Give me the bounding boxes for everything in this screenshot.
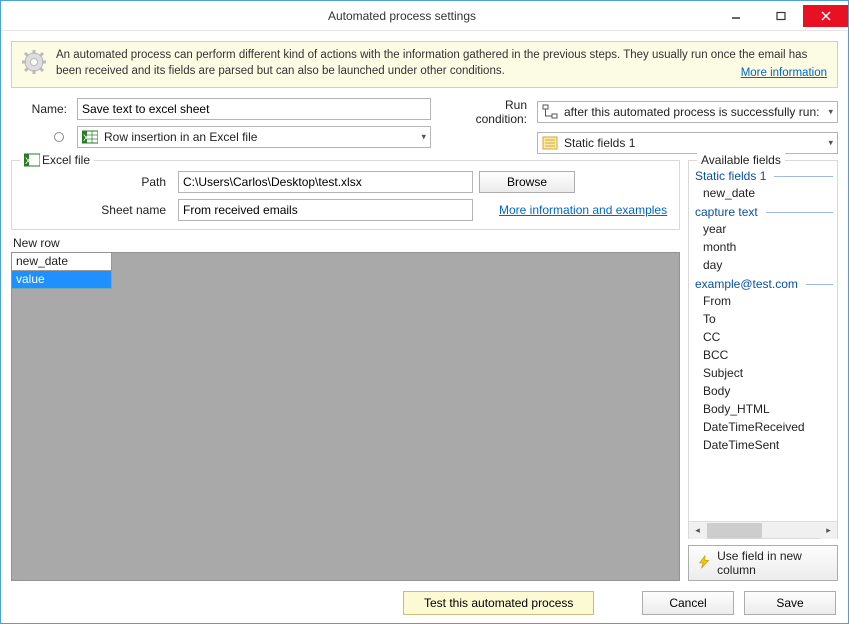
field-item[interactable]: Body_HTML (695, 401, 833, 417)
available-fields-group: Available fields Static fields 1new_date… (688, 160, 838, 539)
more-info-examples-link[interactable]: More information and examples (499, 203, 667, 217)
chevron-down-icon: ▾ (421, 132, 426, 143)
minimize-button[interactable] (713, 5, 758, 27)
excel-file-legend: Excel file (42, 153, 90, 167)
scroll-left-arrow[interactable]: ◂ (689, 522, 706, 539)
new-row-grid[interactable]: new_date value (11, 252, 680, 581)
sheet-name-label: Sheet name (82, 203, 172, 217)
field-group-header[interactable]: Static fields 1 (695, 169, 833, 183)
path-input[interactable] (178, 171, 473, 193)
titlebar: Automated process settings (1, 1, 848, 31)
field-item[interactable]: new_date (695, 185, 833, 201)
gear-icon (20, 48, 48, 81)
field-item[interactable]: year (695, 221, 833, 237)
svg-text:X: X (25, 156, 31, 166)
field-item[interactable]: DateTimeReceived (695, 419, 833, 435)
close-button[interactable] (803, 5, 848, 27)
field-item[interactable]: DateTimeSent (695, 437, 833, 453)
window: Automated process settings An automated … (0, 0, 849, 624)
grid-column-header[interactable]: new_date (12, 253, 112, 271)
flow-icon (542, 104, 558, 120)
maximize-button[interactable] (758, 5, 803, 27)
field-group-header[interactable]: example@test.com (695, 277, 833, 291)
process-type-value: Row insertion in an Excel file (104, 130, 257, 144)
save-button[interactable]: Save (744, 591, 836, 615)
browse-button[interactable]: Browse (479, 171, 575, 193)
excel-icon: X (82, 129, 98, 145)
main-area: X Excel file Path Browse Sheet name (11, 160, 838, 581)
sheet-name-input[interactable] (178, 199, 473, 221)
cancel-button[interactable]: Cancel (642, 591, 734, 615)
top-fields: Name: X Row insertion in an Excel file ▾ (11, 98, 838, 154)
field-group-header[interactable]: capture text (695, 205, 833, 219)
field-item[interactable]: day (695, 257, 833, 273)
field-item[interactable]: BCC (695, 347, 833, 363)
available-fields-list[interactable]: Static fields 1 new_datecapture text year m… (689, 161, 837, 521)
list-icon (542, 135, 558, 151)
path-label: Path (82, 175, 172, 189)
grid-cell-selected[interactable]: value (12, 271, 112, 289)
excel-file-group: X Excel file Path Browse Sheet name (11, 160, 680, 230)
field-item[interactable]: Body (695, 383, 833, 399)
field-item[interactable]: CC (695, 329, 833, 345)
footer: Test this automated process Cancel Save (11, 587, 838, 615)
scroll-thumb[interactable] (707, 523, 762, 538)
lightning-icon (697, 555, 711, 571)
chevron-down-icon: ▾ (828, 138, 833, 149)
name-input[interactable] (77, 98, 431, 120)
use-field-button[interactable]: Use field in new column (688, 545, 838, 581)
new-row-legend: New row (11, 236, 680, 250)
excel-icon: X (24, 153, 38, 167)
source-select[interactable]: Static fields 1 ▾ (537, 132, 838, 154)
available-fields-panel: Available fields Static fields 1new_date… (688, 160, 838, 581)
name-label: Name: (11, 102, 71, 116)
banner-text: An automated process can perform differe… (56, 48, 827, 81)
run-condition-label: Run condition: (451, 98, 531, 126)
info-banner: An automated process can perform differe… (11, 41, 838, 88)
window-controls (713, 5, 848, 27)
more-information-link[interactable]: More information (741, 66, 827, 82)
field-item[interactable]: From (695, 293, 833, 309)
source-value: Static fields 1 (564, 136, 635, 150)
field-item[interactable]: Subject (695, 365, 833, 381)
field-item[interactable]: month (695, 239, 833, 255)
use-field-label: Use field in new column (717, 549, 829, 577)
test-process-button[interactable]: Test this automated process (403, 591, 594, 615)
scroll-right-arrow[interactable]: ▸ (820, 522, 837, 539)
available-fields-legend: Available fields (697, 153, 785, 167)
window-title: Automated process settings (91, 9, 713, 23)
type-radio[interactable] (51, 129, 67, 145)
horizontal-scrollbar[interactable]: ◂ ▸ (689, 521, 837, 538)
field-item[interactable]: To (695, 311, 833, 327)
run-condition-select[interactable]: after this automated process is successf… (537, 101, 838, 123)
process-type-select[interactable]: X Row insertion in an Excel file ▾ (77, 126, 431, 148)
chevron-down-icon: ▾ (828, 107, 833, 118)
run-condition-value: after this automated process is successf… (564, 105, 819, 119)
svg-text:X: X (83, 133, 89, 143)
banner-text-content: An automated process can perform differe… (56, 49, 807, 77)
new-row-group: New row new_date value (11, 236, 680, 581)
client-area: An automated process can perform differe… (1, 31, 848, 623)
